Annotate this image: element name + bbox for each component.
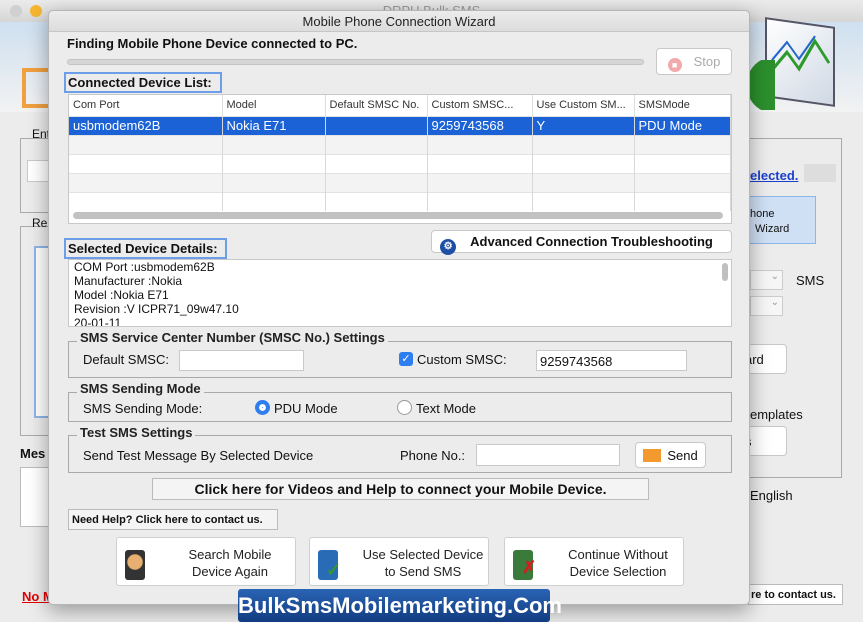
detail-line: Revision :V ICPR71_09w47.10 bbox=[74, 302, 239, 316]
vertical-scrollbar[interactable] bbox=[722, 263, 728, 281]
empty-row bbox=[69, 172, 731, 192]
custom-smsc-label: Custom SMSC: bbox=[417, 352, 507, 367]
detail-line: 20-01-11 bbox=[74, 316, 122, 327]
pdu-mode-label: PDU Mode bbox=[274, 401, 338, 416]
connection-wizard-dialog: Mobile Phone Connection Wizard Finding M… bbox=[48, 10, 750, 605]
table-header: Com Port Model Default SMSC No. Custom S… bbox=[69, 95, 731, 116]
column-header[interactable]: SMSMode bbox=[634, 95, 731, 116]
send-button[interactable]: Send bbox=[635, 442, 706, 468]
empty-row bbox=[69, 134, 731, 154]
send-label: Send bbox=[667, 448, 698, 463]
stop-label: Stop bbox=[693, 54, 721, 69]
sending-mode-label: SMS Sending Mode: bbox=[83, 401, 203, 416]
text-mode-radio[interactable] bbox=[397, 400, 412, 415]
templates-label: emplates bbox=[750, 407, 803, 422]
close-window-button[interactable] bbox=[10, 5, 22, 17]
smsc-legend: SMS Service Center Number (SMSC No.) Set… bbox=[77, 330, 388, 345]
background-box bbox=[804, 164, 836, 182]
wizard-button-2[interactable]: ard bbox=[745, 344, 787, 374]
dropdown-2[interactable]: ⌄ bbox=[750, 296, 783, 316]
background-input[interactable] bbox=[27, 160, 49, 182]
dialog-title: Mobile Phone Connection Wizard bbox=[49, 11, 749, 32]
advanced-troubleshooting-button[interactable]: ⚙ Advanced Connection Troubleshooting bbox=[431, 230, 732, 255]
custom-smsc-checkbox[interactable]: ✓ bbox=[399, 352, 413, 366]
continue-without-button[interactable]: ✗ Continue Without Device Selection bbox=[504, 537, 684, 586]
cell bbox=[325, 115, 428, 135]
device-details-text[interactable]: COM Port :usbmodem62B Manufacturer :Noki… bbox=[68, 259, 732, 327]
message-box[interactable] bbox=[20, 467, 50, 527]
pdu-mode-radio[interactable] bbox=[255, 400, 270, 415]
advanced-label: Advanced Connection Troubleshooting bbox=[470, 234, 713, 249]
stop-icon: ■ bbox=[667, 58, 682, 72]
search-phone-icon bbox=[125, 550, 145, 580]
selected-link[interactable]: elected. bbox=[750, 168, 798, 183]
contact-us-link[interactable]: Need Help? Click here to contact us. bbox=[68, 509, 278, 530]
empty-row bbox=[69, 191, 731, 211]
contact-link-bg-label: re to contact us. bbox=[751, 589, 836, 601]
english-label: English bbox=[750, 488, 793, 503]
device-list-label: Connected Device List: bbox=[64, 72, 222, 93]
cell: Nokia E71 bbox=[222, 115, 326, 135]
device-table[interactable]: Com Port Model Default SMSC No. Custom S… bbox=[68, 94, 732, 224]
search-again-button[interactable]: Search Mobile Device Again bbox=[116, 537, 296, 586]
progress-bar bbox=[67, 59, 644, 65]
use-label-2: to Send SMS bbox=[384, 564, 462, 579]
phone-input[interactable] bbox=[476, 444, 620, 466]
cell: PDU Mode bbox=[634, 115, 731, 135]
column-header[interactable]: Model bbox=[222, 95, 326, 116]
continue-label-1: Continue Without bbox=[568, 547, 668, 562]
cell: 9259743568 bbox=[427, 115, 533, 135]
details-label: Selected Device Details: bbox=[64, 238, 227, 259]
use-label-1: Use Selected Device bbox=[362, 547, 484, 562]
phone-cross-icon: ✗ bbox=[513, 550, 536, 580]
test-sms-legend: Test SMS Settings bbox=[77, 425, 196, 440]
default-smsc-label: Default SMSC: bbox=[83, 352, 169, 367]
continue-label-2: Device Selection bbox=[569, 564, 667, 579]
custom-smsc-input[interactable]: 9259743568 bbox=[536, 350, 687, 371]
envelope-logo-icon bbox=[22, 68, 48, 108]
minimize-window-button[interactable] bbox=[30, 5, 42, 17]
phone-label: Phone No.: bbox=[400, 448, 466, 463]
cell: Y bbox=[532, 115, 635, 135]
detail-line: COM Port :usbmodem62B bbox=[74, 260, 215, 274]
gear-icon: ⚙ bbox=[440, 239, 457, 255]
sms-label: SMS bbox=[796, 273, 825, 288]
search-label-2: Device Again bbox=[192, 564, 268, 579]
contact-link-bg[interactable]: re to contact us. bbox=[748, 584, 843, 605]
dropdown-1[interactable]: ⌄ bbox=[750, 270, 783, 290]
recipients-label: Re bbox=[32, 216, 48, 230]
wizard-button[interactable]: hone Wizard bbox=[750, 196, 816, 244]
column-header[interactable]: Custom SMSC... bbox=[427, 95, 533, 116]
column-header[interactable]: Com Port bbox=[69, 95, 223, 116]
empty-row bbox=[69, 153, 731, 173]
website-banner: BulkSmsMobilemarketing.Com bbox=[238, 589, 562, 622]
horizontal-scrollbar[interactable] bbox=[73, 212, 723, 219]
test-sms-label: Send Test Message By Selected Device bbox=[83, 448, 314, 463]
message-label: Mes bbox=[20, 446, 46, 461]
chart-logo-icon bbox=[765, 17, 835, 107]
cell: usbmodem62B bbox=[69, 115, 223, 135]
wizard-button-line1: hone bbox=[750, 208, 775, 220]
stop-button[interactable]: ■ Stop bbox=[656, 48, 732, 75]
search-label-1: Search Mobile bbox=[188, 547, 272, 562]
text-mode-label: Text Mode bbox=[416, 401, 476, 416]
phone-check-icon: ✓ bbox=[318, 550, 341, 580]
detail-line: Model :Nokia E71 bbox=[74, 288, 169, 302]
envelope-icon bbox=[643, 449, 662, 462]
sending-mode-legend: SMS Sending Mode bbox=[77, 381, 204, 396]
videos-help-button[interactable]: Click here for Videos and Help to connec… bbox=[152, 478, 649, 500]
column-header[interactable]: Default SMSC No. bbox=[325, 95, 428, 116]
status-text: Finding Mobile Phone Device connected to… bbox=[67, 36, 358, 51]
column-header[interactable]: Use Custom SM... bbox=[532, 95, 635, 116]
wizard-button-line2: Wizard bbox=[755, 223, 790, 235]
detail-line: Manufacturer :Nokia bbox=[74, 274, 183, 288]
templates-button[interactable]: s bbox=[745, 426, 787, 456]
table-row[interactable]: usbmodem62B Nokia E71 9259743568 Y PDU M… bbox=[69, 115, 731, 135]
use-selected-device-button[interactable]: ✓ Use Selected Device to Send SMS bbox=[309, 537, 489, 586]
default-smsc-input[interactable] bbox=[179, 350, 304, 371]
